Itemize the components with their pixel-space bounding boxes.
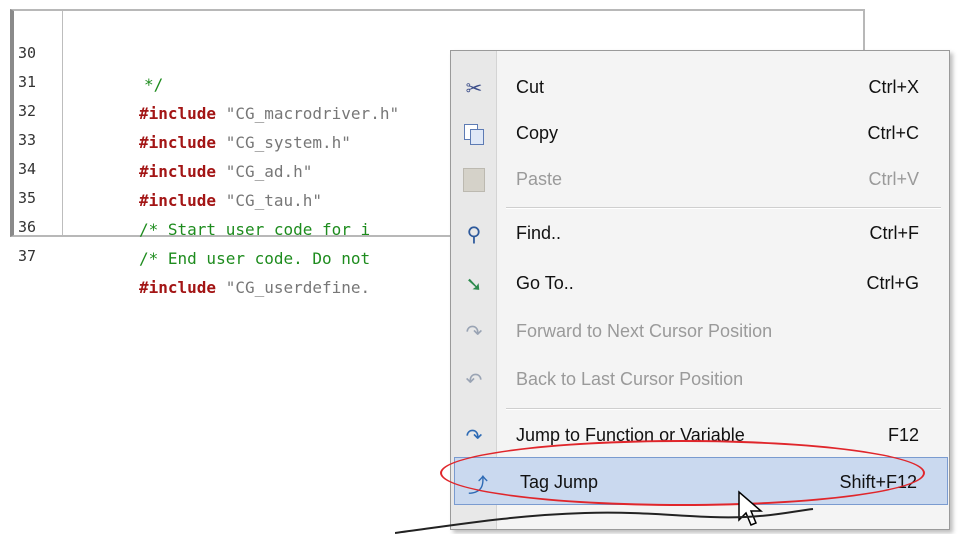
comment-text: */	[144, 75, 164, 94]
code-line[interactable]: 30 */	[14, 5, 163, 94]
binoculars-icon: ⚲	[466, 222, 482, 246]
menu-item-cut[interactable]: ✂ Cut Ctrl+X	[451, 63, 949, 111]
menu-item-label: Paste	[516, 169, 563, 189]
string-text: "CG_macrodriver.h"	[216, 104, 400, 123]
comment-text: /* End user code. Do not	[139, 249, 371, 268]
menu-item-label: Back to Last Cursor Position	[516, 369, 744, 389]
string-text: "CG_system.h"	[216, 133, 351, 152]
code-line[interactable]: 36 /* End user code. Do not	[14, 179, 370, 268]
torn-edge-line	[395, 508, 814, 534]
menu-separator	[506, 408, 941, 410]
menu-item-shortcut: Ctrl+X	[868, 77, 919, 97]
forward-arrow-icon: ↷	[465, 320, 483, 344]
menu-item-go-to[interactable]: ➘ Go To.. Ctrl+G	[451, 259, 949, 307]
keyword-text: #include	[139, 104, 217, 123]
menu-item-label: Find..	[516, 223, 562, 243]
code-line[interactable]: 31 #include "CG_macrodriver.h"	[14, 34, 399, 123]
menu-item-shortcut: Ctrl+F	[869, 223, 920, 243]
menu-item-shortcut: Ctrl+G	[866, 273, 919, 293]
keyword-text: #include	[139, 278, 217, 297]
code-line[interactable]: 35 /* Start user code for i	[14, 150, 370, 239]
menu-item-tag-jump[interactable]: ⤴ Tag Jump Shift+F12	[454, 457, 948, 505]
menu-item-jump-to-function[interactable]: ↷ Jump to Function or Variable F12	[451, 411, 949, 459]
menu-item-copy[interactable]: Copy Ctrl+C	[451, 109, 949, 157]
menu-item-shortcut: Ctrl+V	[868, 169, 919, 189]
menu-item-back-cursor[interactable]: ↶ Back to Last Cursor Position	[451, 355, 949, 403]
menu-item-label: Tag Jump	[520, 472, 599, 492]
scissors-icon: ✂	[465, 76, 483, 100]
comment-text: /* Start user code for i	[139, 220, 371, 239]
menu-item-label: Cut	[516, 77, 545, 97]
menu-item-paste[interactable]: Paste Ctrl+V	[451, 155, 949, 203]
menu-item-label: Copy	[516, 123, 559, 143]
tag-jump-icon: ⤴	[468, 472, 488, 497]
string-text: "CG_tau.h"	[216, 191, 323, 210]
goto-icon: ➘	[465, 272, 483, 296]
menu-item-shortcut: Ctrl+C	[867, 123, 919, 143]
copy-icon	[461, 121, 487, 147]
context-menu: ✂ Cut Ctrl+X Copy Ctrl+C Paste Ctrl+V ⚲ …	[450, 50, 950, 530]
code-line[interactable]: 33 #include "CG_ad.h"	[14, 92, 312, 181]
string-text: "CG_ad.h"	[216, 162, 313, 181]
menu-item-label: Jump to Function or Variable	[516, 425, 745, 445]
menu-item-shortcut: Shift+F12	[839, 472, 917, 492]
keyword-text: #include	[139, 133, 217, 152]
code-line[interactable]: 32 #include "CG_system.h"	[14, 63, 351, 152]
back-arrow-icon: ↶	[465, 368, 483, 392]
jump-arrow-icon: ↷	[465, 424, 483, 448]
menu-item-forward-cursor[interactable]: ↷ Forward to Next Cursor Position	[451, 307, 949, 355]
code-line[interactable]: 37 #include "CG_userdefine.	[14, 208, 370, 297]
menu-item-label: Go To..	[516, 273, 574, 293]
menu-item-find[interactable]: ⚲ Find.. Ctrl+F	[451, 209, 949, 257]
menu-item-label: Forward to Next Cursor Position	[516, 321, 773, 341]
keyword-text: #include	[139, 191, 217, 210]
keyword-text: #include	[139, 162, 217, 181]
paste-icon	[461, 167, 487, 193]
code-line[interactable]: 34 #include "CG_tau.h"	[14, 121, 322, 210]
line-number: 37	[18, 247, 37, 265]
string-text: "CG_userdefine.	[216, 278, 371, 297]
menu-item-shortcut: F12	[887, 425, 919, 445]
